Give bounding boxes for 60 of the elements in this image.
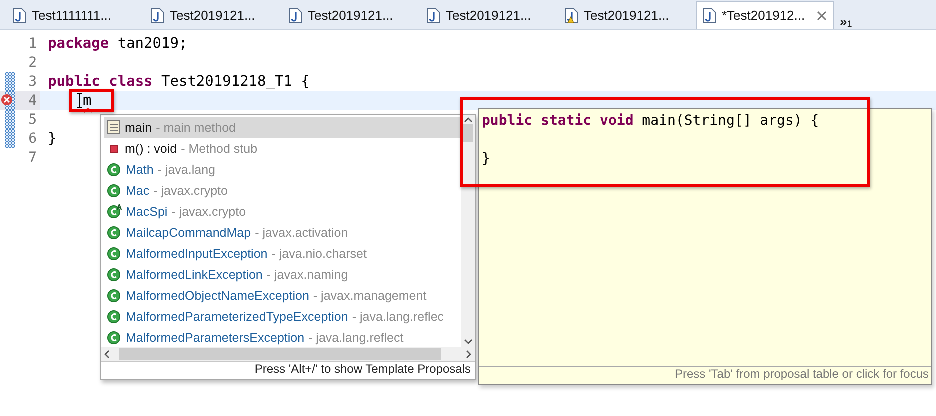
line-number: 6 xyxy=(28,130,37,146)
horizontal-scrollbar[interactable] xyxy=(101,347,475,361)
proposal-item[interactable]: MalformedLinkException - javax.naming xyxy=(104,264,461,285)
code-line: package tan2019; xyxy=(48,36,188,50)
editor-tab[interactable]: Test2019121... xyxy=(144,1,282,29)
proposal-item[interactable]: MalformedObjectNameException - javax.management xyxy=(104,285,461,306)
preview-hint: Press 'Tab' from proposal table or click for focus xyxy=(479,366,931,384)
scroll-thumb[interactable] xyxy=(119,348,441,360)
class-icon xyxy=(107,246,122,261)
class-icon xyxy=(107,267,122,282)
template-icon xyxy=(107,120,121,135)
line-number: 3 xyxy=(28,74,37,90)
proposal-item[interactable]: MalformedParametersException - java.lang.reflect xyxy=(104,327,461,347)
line-number: 7 xyxy=(28,150,37,166)
proposal-item[interactable]: Math - java.lang xyxy=(104,159,461,180)
editor-tab[interactable]: Test2019121... xyxy=(420,1,558,29)
line-number: 5 xyxy=(28,112,37,128)
vertical-scrollbar[interactable] xyxy=(461,115,475,347)
scroll-thumb[interactable] xyxy=(463,124,473,142)
code-line: } xyxy=(48,132,57,146)
class-icon xyxy=(107,162,122,177)
java-file-icon xyxy=(151,8,165,24)
java-file-warning-icon xyxy=(565,8,579,24)
highlight-frame xyxy=(69,89,114,112)
proposal-item[interactable]: Mac - javax.crypto xyxy=(104,180,461,201)
proposal-item[interactable]: main - main method xyxy=(104,117,461,138)
editor-tab[interactable]: Test2019121... xyxy=(282,1,420,29)
text-cursor-icon xyxy=(77,93,82,108)
code-line: public class Test20191218_T1 { xyxy=(48,74,310,88)
scroll-down-icon[interactable] xyxy=(464,338,472,345)
close-icon[interactable] xyxy=(817,10,827,20)
java-file-icon xyxy=(703,8,717,24)
class-icon xyxy=(107,183,122,198)
scroll-up-icon[interactable] xyxy=(464,117,472,124)
proposal-hint: Press 'Alt+/' to show Template Proposals xyxy=(101,361,475,379)
abstract-class-icon xyxy=(107,204,122,219)
proposal-item[interactable]: MalformedInputException - java.nio.charset xyxy=(104,243,461,264)
line-number: 4 xyxy=(28,92,37,108)
code-line: m xyxy=(83,94,92,108)
line-number: 1 xyxy=(28,36,37,52)
class-icon xyxy=(107,309,122,324)
java-file-icon xyxy=(427,8,441,24)
tab-overflow-button[interactable]: »1 xyxy=(834,7,852,29)
proposal-item[interactable]: m() : void - Method stub xyxy=(104,138,461,159)
proposal-item[interactable]: MacSpi - javax.crypto xyxy=(104,201,461,222)
class-icon xyxy=(107,330,122,345)
editor-tab[interactable]: Test2019121... xyxy=(558,1,696,29)
class-icon xyxy=(107,288,122,303)
java-file-icon xyxy=(13,8,27,24)
proposal-item[interactable]: MailcapCommandMap - javax.activation xyxy=(104,222,461,243)
java-file-icon xyxy=(289,8,303,24)
scroll-left-icon[interactable] xyxy=(104,350,111,358)
code-line: public static void main(String[] args) { xyxy=(482,113,820,131)
line-number: 2 xyxy=(28,54,37,70)
scroll-right-icon[interactable] xyxy=(465,350,472,358)
editor-tab[interactable]: Test1111111... xyxy=(6,1,144,29)
proposal-item[interactable]: MalformedParameterizedTypeException - java.lang.reflec xyxy=(104,306,461,327)
editor-tab[interactable]: *Test201912... xyxy=(696,1,834,29)
class-icon xyxy=(107,225,122,240)
code-line: } xyxy=(482,151,490,169)
